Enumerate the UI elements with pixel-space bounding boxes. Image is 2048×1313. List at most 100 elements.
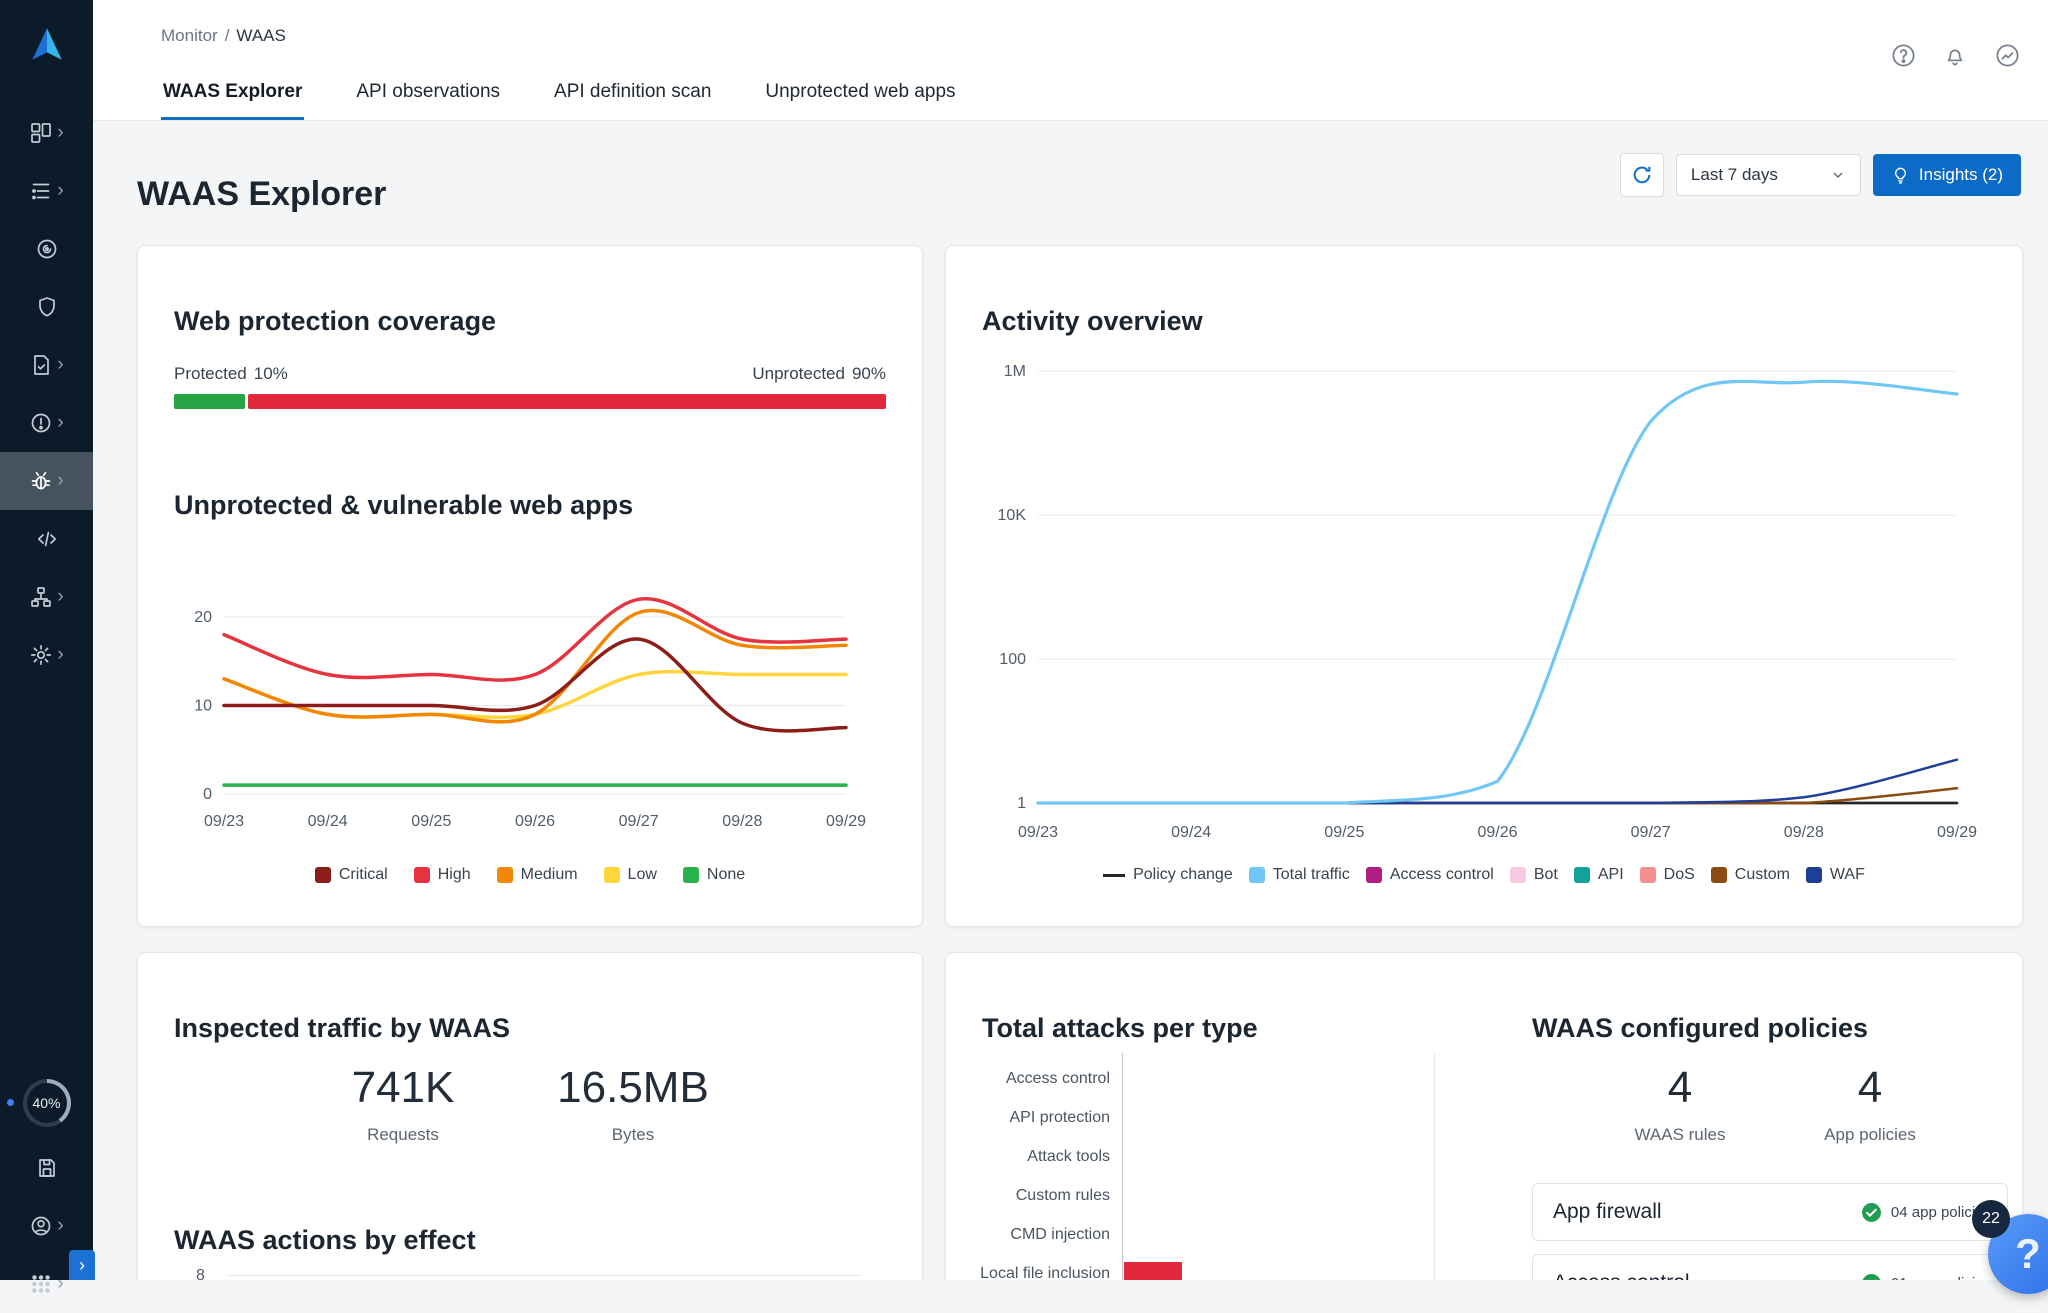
sidebar: › › › › › › › 40% › › › xyxy=(0,0,95,1293)
chevron-right-icon: › xyxy=(57,1272,64,1294)
legend-item-policy-change[interactable]: Policy change xyxy=(1103,866,1233,884)
attack-bar[interactable] xyxy=(1124,1262,1182,1280)
chevron-down-icon xyxy=(1833,172,1843,178)
usage-indicator[interactable]: 40% xyxy=(22,1079,71,1127)
sidebar-item-network[interactable]: › xyxy=(0,568,93,626)
legend-color-swatch xyxy=(1805,867,1822,883)
svg-text:09/28: 09/28 xyxy=(1784,824,1824,841)
card-inspected-traffic: Inspected traffic by WAAS 741K Requests … xyxy=(137,952,923,1280)
sidebar-item-alerts[interactable]: › xyxy=(0,394,93,452)
policy-status: 01 app policies xyxy=(1861,1273,1991,1280)
legend-label: DoS xyxy=(1663,866,1695,883)
code-icon xyxy=(35,527,59,551)
sidebar-item-compliance[interactable]: › xyxy=(0,336,93,394)
reports-icon xyxy=(1994,42,2021,69)
sidebar-item-code-security[interactable] xyxy=(0,510,93,568)
sidebar-item-saved[interactable] xyxy=(0,1139,93,1197)
actions-gridline xyxy=(228,1275,862,1276)
svg-text:10: 10 xyxy=(194,698,212,715)
tab-api-observations[interactable]: API observations xyxy=(354,66,502,120)
legend-item-dos[interactable]: DoS xyxy=(1639,866,1695,884)
card-title: Inspected traffic by WAAS xyxy=(174,1013,511,1044)
legend-label: High xyxy=(437,866,471,883)
legend-label: Access control xyxy=(1389,866,1494,883)
legend-item-high[interactable]: High xyxy=(413,866,471,884)
legend-item-none[interactable]: None xyxy=(682,866,746,884)
sidebar-item-profile[interactable]: › xyxy=(0,1197,93,1255)
svg-text:09/23: 09/23 xyxy=(1018,824,1058,841)
legend-color-swatch xyxy=(1365,867,1382,883)
svg-text:09/27: 09/27 xyxy=(1631,824,1671,841)
waas-rules-stat: 4 WAAS rules xyxy=(1580,1063,1780,1145)
legend-label: None xyxy=(706,866,746,883)
attack-row-local-file-inclusion: Local file inclusion xyxy=(978,1254,1478,1280)
attack-row-custom-rules: Custom rules xyxy=(978,1176,1478,1215)
date-range-select[interactable]: Last 7 days xyxy=(1675,154,1861,196)
protection-coverage-bar xyxy=(174,394,886,409)
policy-name: Access control xyxy=(1553,1271,1690,1280)
sidebar-expand-button[interactable]: › xyxy=(69,1250,95,1280)
legend-label: WAF xyxy=(1829,866,1865,883)
prisma-logo-icon xyxy=(31,28,62,60)
date-range-value: Last 7 days xyxy=(1690,165,1778,184)
legend-item-critical[interactable]: Critical xyxy=(314,866,388,884)
attack-bar-area xyxy=(1122,1176,1478,1215)
tab-bar: WAAS Explorer API observations API definit… xyxy=(161,66,958,120)
legend-item-custom[interactable]: Custom xyxy=(1710,866,1790,884)
attack-bar-area xyxy=(1122,1215,1478,1254)
tab-api-definition-scan[interactable]: API definition scan xyxy=(552,66,713,120)
attack-row-cmd-injection: CMD injection xyxy=(978,1215,1478,1254)
card-title: Web protection coverage xyxy=(174,306,497,337)
reports-button[interactable] xyxy=(1988,36,2026,74)
svg-text:1: 1 xyxy=(1017,795,1026,812)
attack-category-label: Attack tools xyxy=(1027,1147,1110,1165)
attacks-title: Total attacks per type xyxy=(982,1013,1258,1044)
card-activity-overview: Activity overview 1 100 10K 1M 09/23 09/24 09/… xyxy=(945,245,2023,927)
app-policies-label: App policies xyxy=(1824,1125,1916,1144)
policy-row-app-firewall[interactable]: App firewall 04 app policies xyxy=(1532,1183,2008,1241)
requests-value: 741K xyxy=(351,1063,455,1112)
breadcrumb-monitor[interactable]: Monitor xyxy=(161,26,218,46)
prisma-cloud-logo[interactable] xyxy=(0,24,93,66)
header: Monitor / WAAS WAAS Explorer API observat… xyxy=(93,0,2048,121)
tab-waas-explorer[interactable]: WAAS Explorer xyxy=(161,66,305,120)
legend-item-waf[interactable]: WAF xyxy=(1805,866,1865,884)
vulnerable-apps-legend: Critical High Medium Low None xyxy=(138,866,922,884)
refresh-button[interactable] xyxy=(1619,153,1664,197)
sidebar-item-explore[interactable] xyxy=(0,220,93,278)
legend-item-total-traffic[interactable]: Total traffic xyxy=(1248,866,1350,884)
dashboard-icon xyxy=(29,121,53,145)
svg-text:20: 20 xyxy=(194,609,212,626)
sidebar-item-settings[interactable]: › xyxy=(0,626,93,684)
legend-item-bot[interactable]: Bot xyxy=(1509,866,1558,884)
insights-button[interactable]: Insights (2) xyxy=(1872,154,2021,196)
sidebar-item-dashboard[interactable]: › xyxy=(0,104,93,162)
legend-color-swatch xyxy=(1248,867,1265,883)
check-circle-icon xyxy=(1861,1273,1882,1280)
legend-item-api[interactable]: API xyxy=(1573,866,1624,884)
sidebar-item-inventory[interactable]: › xyxy=(0,162,93,220)
policy-row-access-control[interactable]: Access control 01 app policies xyxy=(1532,1254,2008,1280)
policy-rows: App firewall04 app policies Access contro… xyxy=(1532,1183,2008,1280)
chevron-right-icon: › xyxy=(79,1254,85,1275)
legend-item-access-control[interactable]: Access control xyxy=(1365,866,1494,884)
svg-text:1M: 1M xyxy=(1004,363,1026,380)
sidebar-item-defend[interactable]: › xyxy=(0,452,93,510)
svg-text:09/29: 09/29 xyxy=(1937,824,1977,841)
legend-item-low[interactable]: Low xyxy=(603,866,657,884)
chevron-right-icon: › xyxy=(57,121,64,143)
legend-item-medium[interactable]: Medium xyxy=(496,866,578,884)
apps-icon xyxy=(29,1272,53,1296)
network-icon xyxy=(29,585,53,609)
attack-bar-area xyxy=(1122,1137,1478,1176)
svg-text:09/26: 09/26 xyxy=(515,813,555,830)
sidebar-item-protect[interactable] xyxy=(0,278,93,336)
toolbar-controls: Last 7 days Insights (2) xyxy=(1619,153,2021,197)
help-button[interactable] xyxy=(1884,36,1922,74)
notifications-button[interactable] xyxy=(1936,36,1974,74)
svg-text:09/27: 09/27 xyxy=(619,813,659,830)
vulnerable-apps-title: Unprotected & vulnerable web apps xyxy=(174,490,634,521)
tab-unprotected-web-apps[interactable]: Unprotected web apps xyxy=(763,66,957,120)
protected-label: Protected 10% xyxy=(174,364,288,383)
lightbulb-icon xyxy=(1894,167,1906,184)
